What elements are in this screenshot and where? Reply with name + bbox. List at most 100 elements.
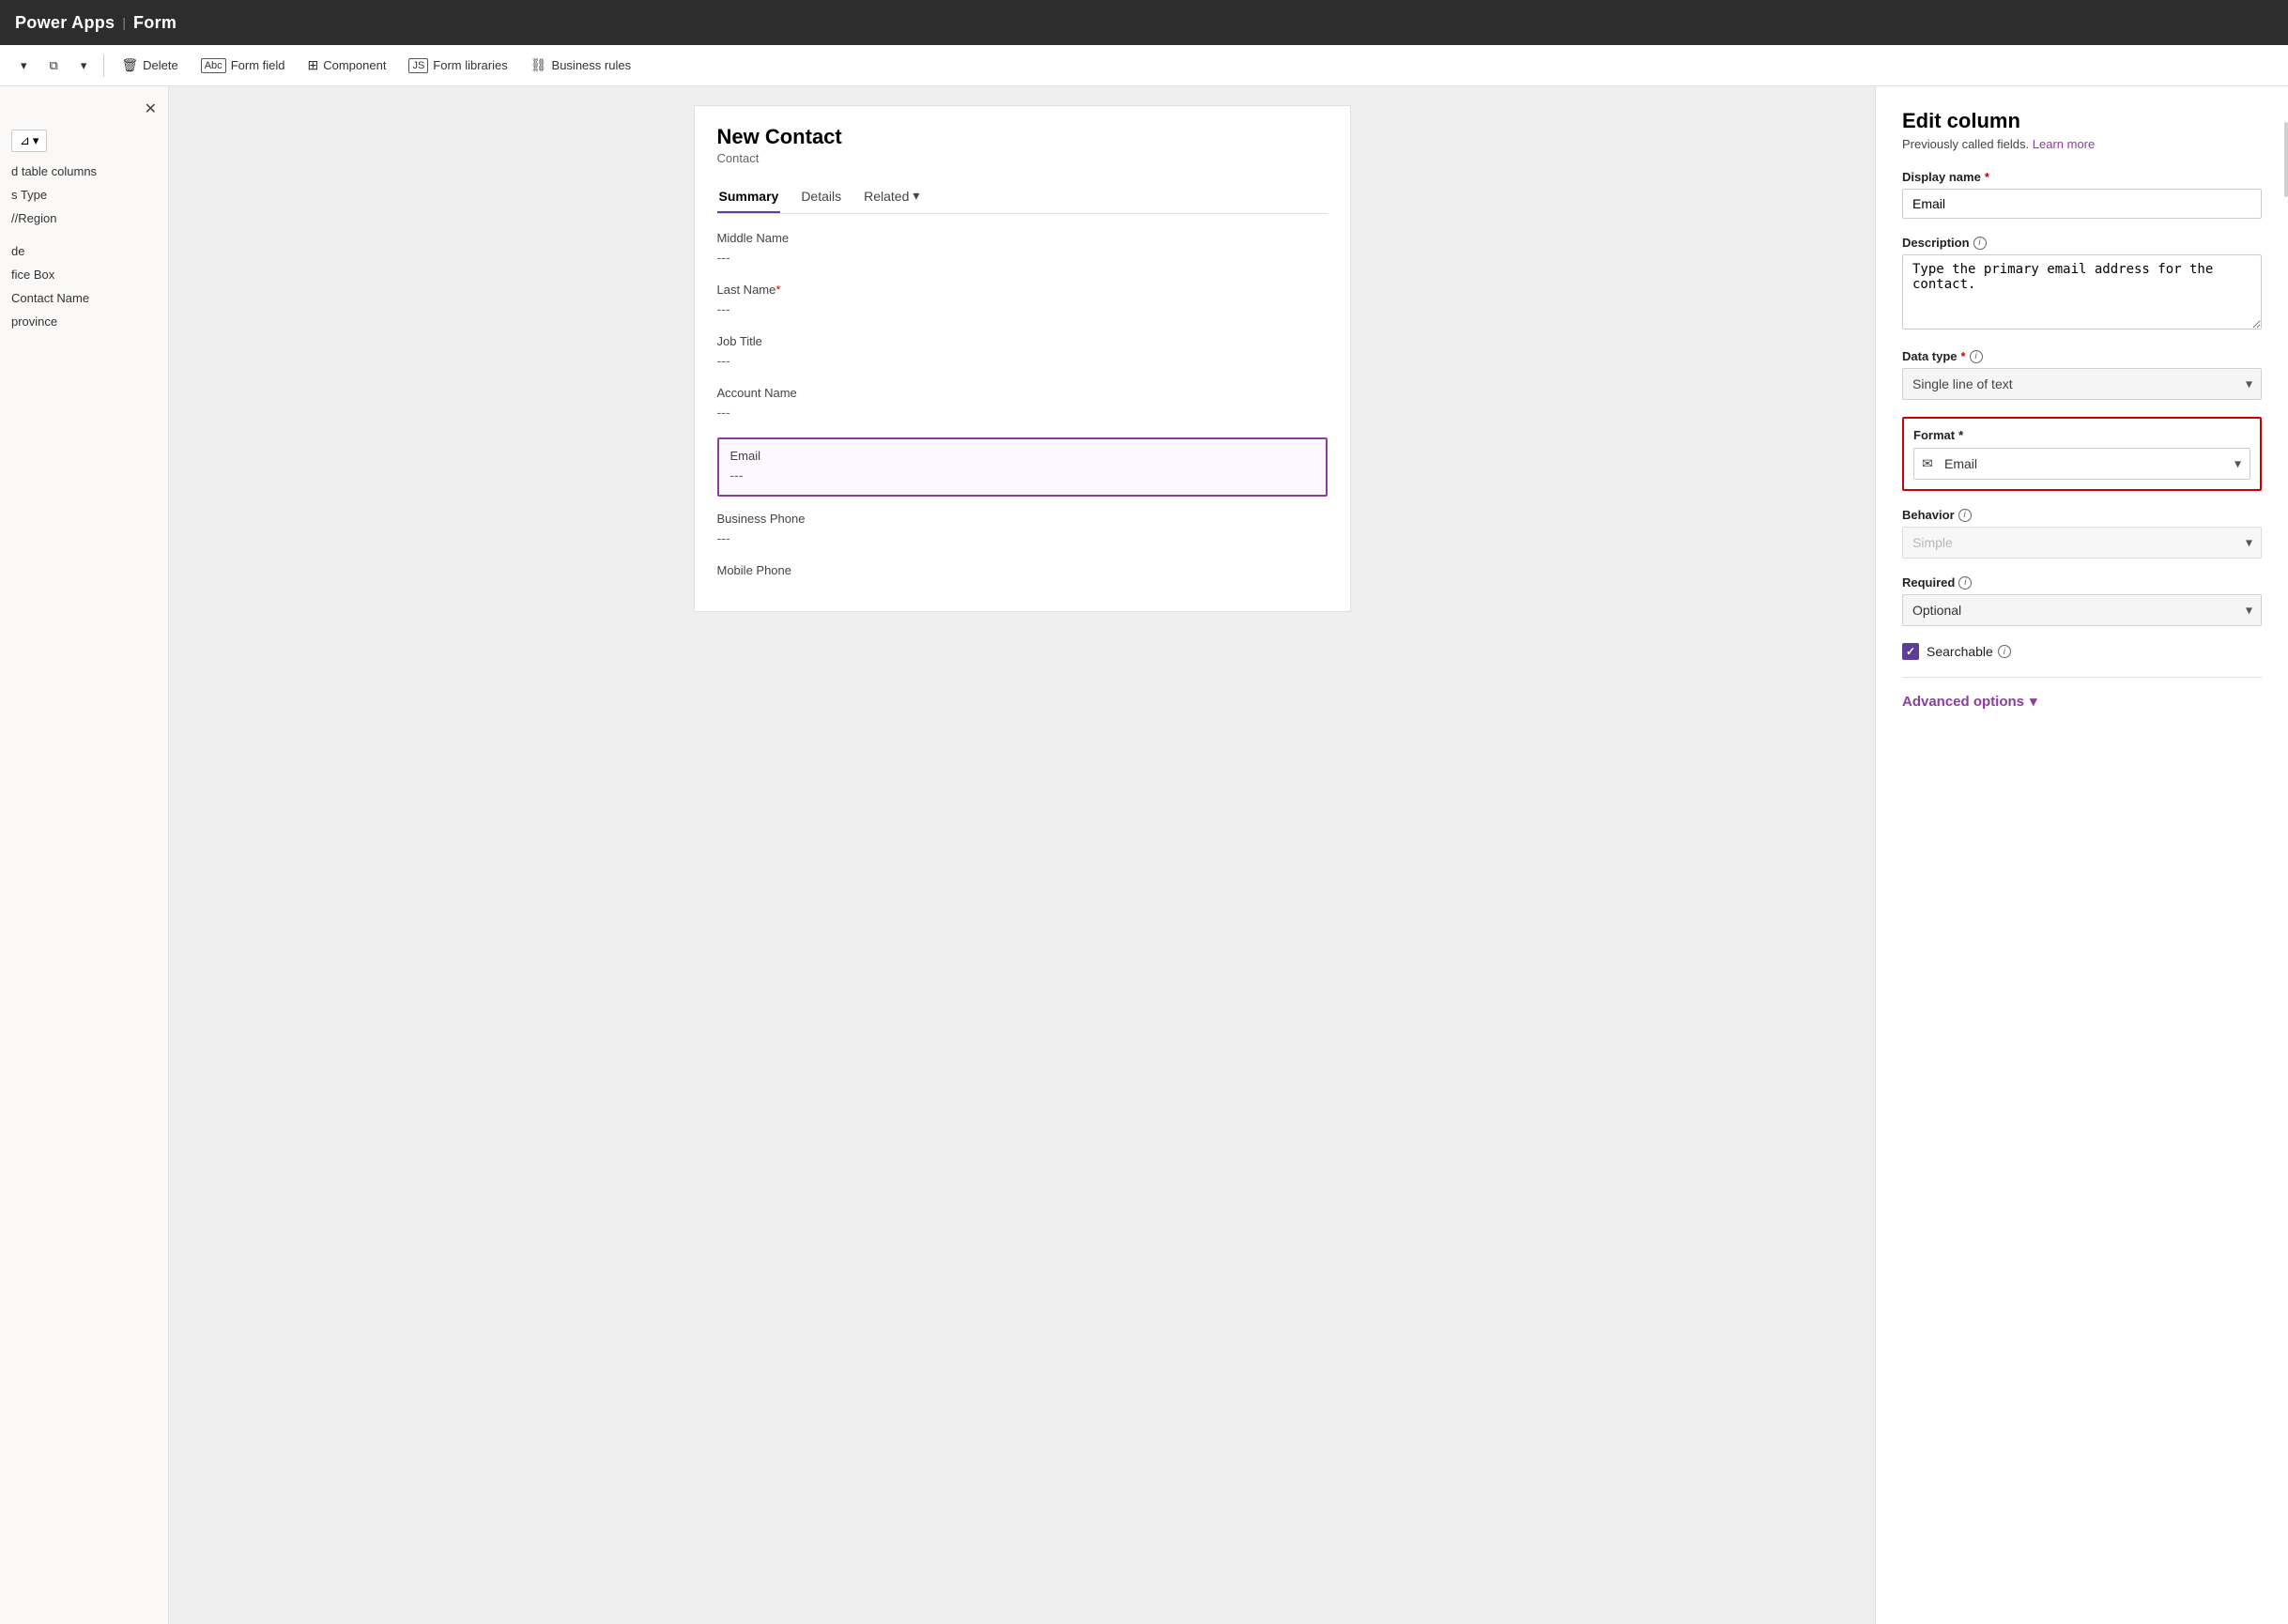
business-rules-button[interactable]: ⛓ Business rules [521,54,640,77]
copy-btn[interactable]: ⧉ [40,54,68,77]
field-value-business-phone: --- [717,529,1328,548]
advanced-divider [1902,677,2262,678]
sidebar-filter-row: ⊿ ▾ [0,126,168,160]
advanced-options-chevron-icon: ▾ [2030,693,2037,710]
required-select-wrapper: Optional Business required Business reco… [1902,594,2262,626]
sidebar-item-contact-name[interactable]: Contact Name [0,286,168,310]
topbar: Power Apps | Form [0,0,2288,45]
filter-chevron-icon: ▾ [33,133,39,148]
tab-details[interactable]: Details [799,180,843,213]
form-canvas: New Contact Contact Summary Details Rela… [169,86,1875,1624]
searchable-info-icon[interactable]: i [1998,645,2011,658]
display-name-label: Display name * [1902,170,2262,184]
description-info-icon[interactable]: i [1973,237,1987,250]
panel-title: Edit column [1902,109,2262,133]
advanced-options-row[interactable]: Advanced options ▾ [1902,693,2262,710]
sidebar-item-office-box[interactable]: fice Box [0,263,168,286]
app-title: Power Apps [15,13,115,33]
form-tabs: Summary Details Related ▾ [717,180,1328,214]
sidebar: ✕ ⊿ ▾ d table columns s Type //Region de… [0,86,169,1624]
behavior-label: Behavior i [1902,508,2262,522]
description-textarea[interactable]: Type the primary email address for the c… [1902,254,2262,329]
field-email[interactable]: Email --- [717,437,1328,497]
field-label-business-phone: Business Phone [717,512,1328,526]
delete-icon: 🗑 [121,57,138,73]
field-job-title: Job Title --- [717,334,1328,371]
tab-summary[interactable]: Summary [717,180,781,213]
learn-more-link[interactable]: Learn more [2033,137,2095,151]
required-select[interactable]: Optional Business required Business reco… [1902,594,2262,626]
filter-icon: ⊿ [20,133,30,148]
close-button[interactable]: ✕ [145,100,157,118]
chevron-down-icon-2: ▾ [81,58,87,73]
right-panel: Edit column Previously called fields. Le… [1875,86,2288,1624]
topbar-separator: | [122,15,126,30]
form-subtitle: Contact [717,151,1328,165]
form-field-label: Form field [231,58,285,72]
email-icon: ✉ [1922,456,1933,472]
description-label: Description i [1902,236,2262,250]
field-value-account-name: --- [717,403,1328,422]
field-label-mobile-phone: Mobile Phone [717,563,1328,577]
format-label: Format * [1913,428,2250,442]
display-name-group: Display name * [1902,170,2262,219]
format-select-wrapper: ✉ Email Text URL Phone ▾ [1913,448,2250,480]
sidebar-item-empty[interactable] [0,230,168,239]
behavior-select-wrapper: Simple ▾ [1902,527,2262,559]
field-label-job-title: Job Title [717,334,1328,348]
toolbar-dropdown-btn[interactable]: ▾ [11,54,37,77]
format-box: Format * ✉ Email Text URL Phone ▾ [1902,417,2262,491]
format-select[interactable]: Email Text URL Phone [1913,448,2250,480]
description-group: Description i Type the primary email add… [1902,236,2262,332]
data-type-label: Data type * i [1902,349,2262,363]
field-value-last-name: --- [717,299,1328,319]
behavior-info-icon[interactable]: i [1958,509,1972,522]
form-libraries-label: Form libraries [433,58,507,72]
searchable-label: Searchable i [1927,644,2011,659]
toolbar: ▾ ⧉ ▾ 🗑 Delete Abc Form field ⊞ Componen… [0,45,2288,86]
js-icon: JS [408,58,428,73]
display-name-input[interactable] [1902,189,2262,219]
field-account-name: Account Name --- [717,386,1328,422]
data-type-info-icon[interactable]: i [1970,350,1983,363]
field-middle-name: Middle Name --- [717,231,1328,268]
behavior-group: Behavior i Simple ▾ [1902,508,2262,559]
business-rules-label: Business rules [552,58,632,72]
searchable-checkbox[interactable]: ✓ [1902,643,1919,660]
field-mobile-phone: Mobile Phone [717,563,1328,577]
toolbar-divider [103,54,104,77]
business-rules-icon: ⛓ [530,57,547,73]
sidebar-item-type[interactable]: s Type [0,183,168,207]
sidebar-item-province[interactable]: province [0,310,168,333]
filter-button[interactable]: ⊿ ▾ [11,130,47,152]
form-field-button[interactable]: Abc Form field [192,54,295,77]
tab-related[interactable]: Related ▾ [862,180,921,213]
required-group: Required i Optional Business required Bu… [1902,575,2262,626]
field-label-last-name: Last Name* [717,283,1328,297]
data-type-select[interactable]: Single line of text [1902,368,2262,400]
required-info-icon[interactable]: i [1958,576,1972,590]
component-icon: ⊞ [307,57,318,73]
component-button[interactable]: ⊞ Component [298,54,395,77]
sidebar-item-table-columns[interactable]: d table columns [0,160,168,183]
sidebar-item-de[interactable]: de [0,239,168,263]
component-label: Component [323,58,386,72]
delete-label: Delete [143,58,178,72]
delete-button[interactable]: 🗑 Delete [112,54,187,77]
required-label: Required i [1902,575,2262,590]
form-card: New Contact Contact Summary Details Rela… [694,105,1351,612]
searchable-row: ✓ Searchable i [1902,643,2262,660]
data-type-select-wrapper: Single line of text ▾ [1902,368,2262,400]
page-title: Form [133,13,177,33]
behavior-select[interactable]: Simple [1902,527,2262,559]
sidebar-item-region[interactable]: //Region [0,207,168,230]
data-type-group: Data type * i Single line of text ▾ [1902,349,2262,400]
advanced-options-label: Advanced options [1902,694,2024,710]
checkmark-icon: ✓ [1906,645,1915,658]
more-dropdown-btn[interactable]: ▾ [71,54,97,77]
form-libraries-button[interactable]: JS Form libraries [399,54,516,77]
field-value-middle-name: --- [717,248,1328,268]
panel-subtitle: Previously called fields. Learn more [1902,137,2262,151]
field-value-email: --- [730,466,1314,485]
copy-icon: ⧉ [50,58,58,73]
